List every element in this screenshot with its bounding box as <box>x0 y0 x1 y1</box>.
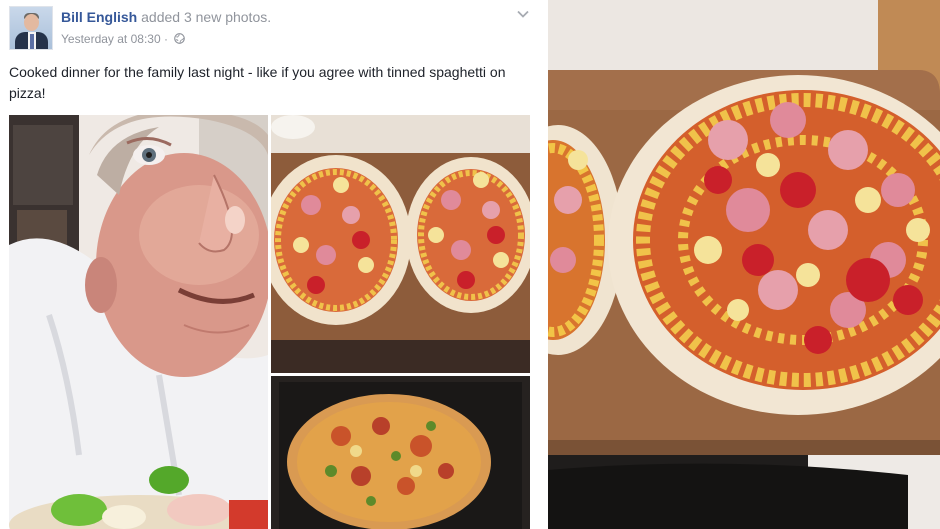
post-caption: Cooked dinner for the family last night … <box>9 64 506 101</box>
post-header: Bill English added 3 new photos. <box>61 9 271 25</box>
chevron-down-icon[interactable] <box>516 8 530 20</box>
photo-cooked-pizza[interactable] <box>271 376 530 529</box>
facebook-post: Bill English added 3 new photos. Yesterd… <box>0 0 540 529</box>
photo-uncooked-pizzas[interactable] <box>271 115 530 373</box>
photo-selfie[interactable] <box>9 115 268 529</box>
post-action: added 3 new photos. <box>141 9 272 25</box>
photo-pizza-closeup <box>548 0 940 529</box>
profile-avatar[interactable] <box>9 6 53 50</box>
post-timestamp[interactable]: Yesterday at 08:30 <box>61 32 161 46</box>
author-link[interactable]: Bill English <box>61 9 137 25</box>
post-meta: Yesterday at 08:30 · <box>61 32 186 46</box>
globe-icon[interactable] <box>174 33 186 44</box>
meta-separator: · <box>163 32 168 46</box>
